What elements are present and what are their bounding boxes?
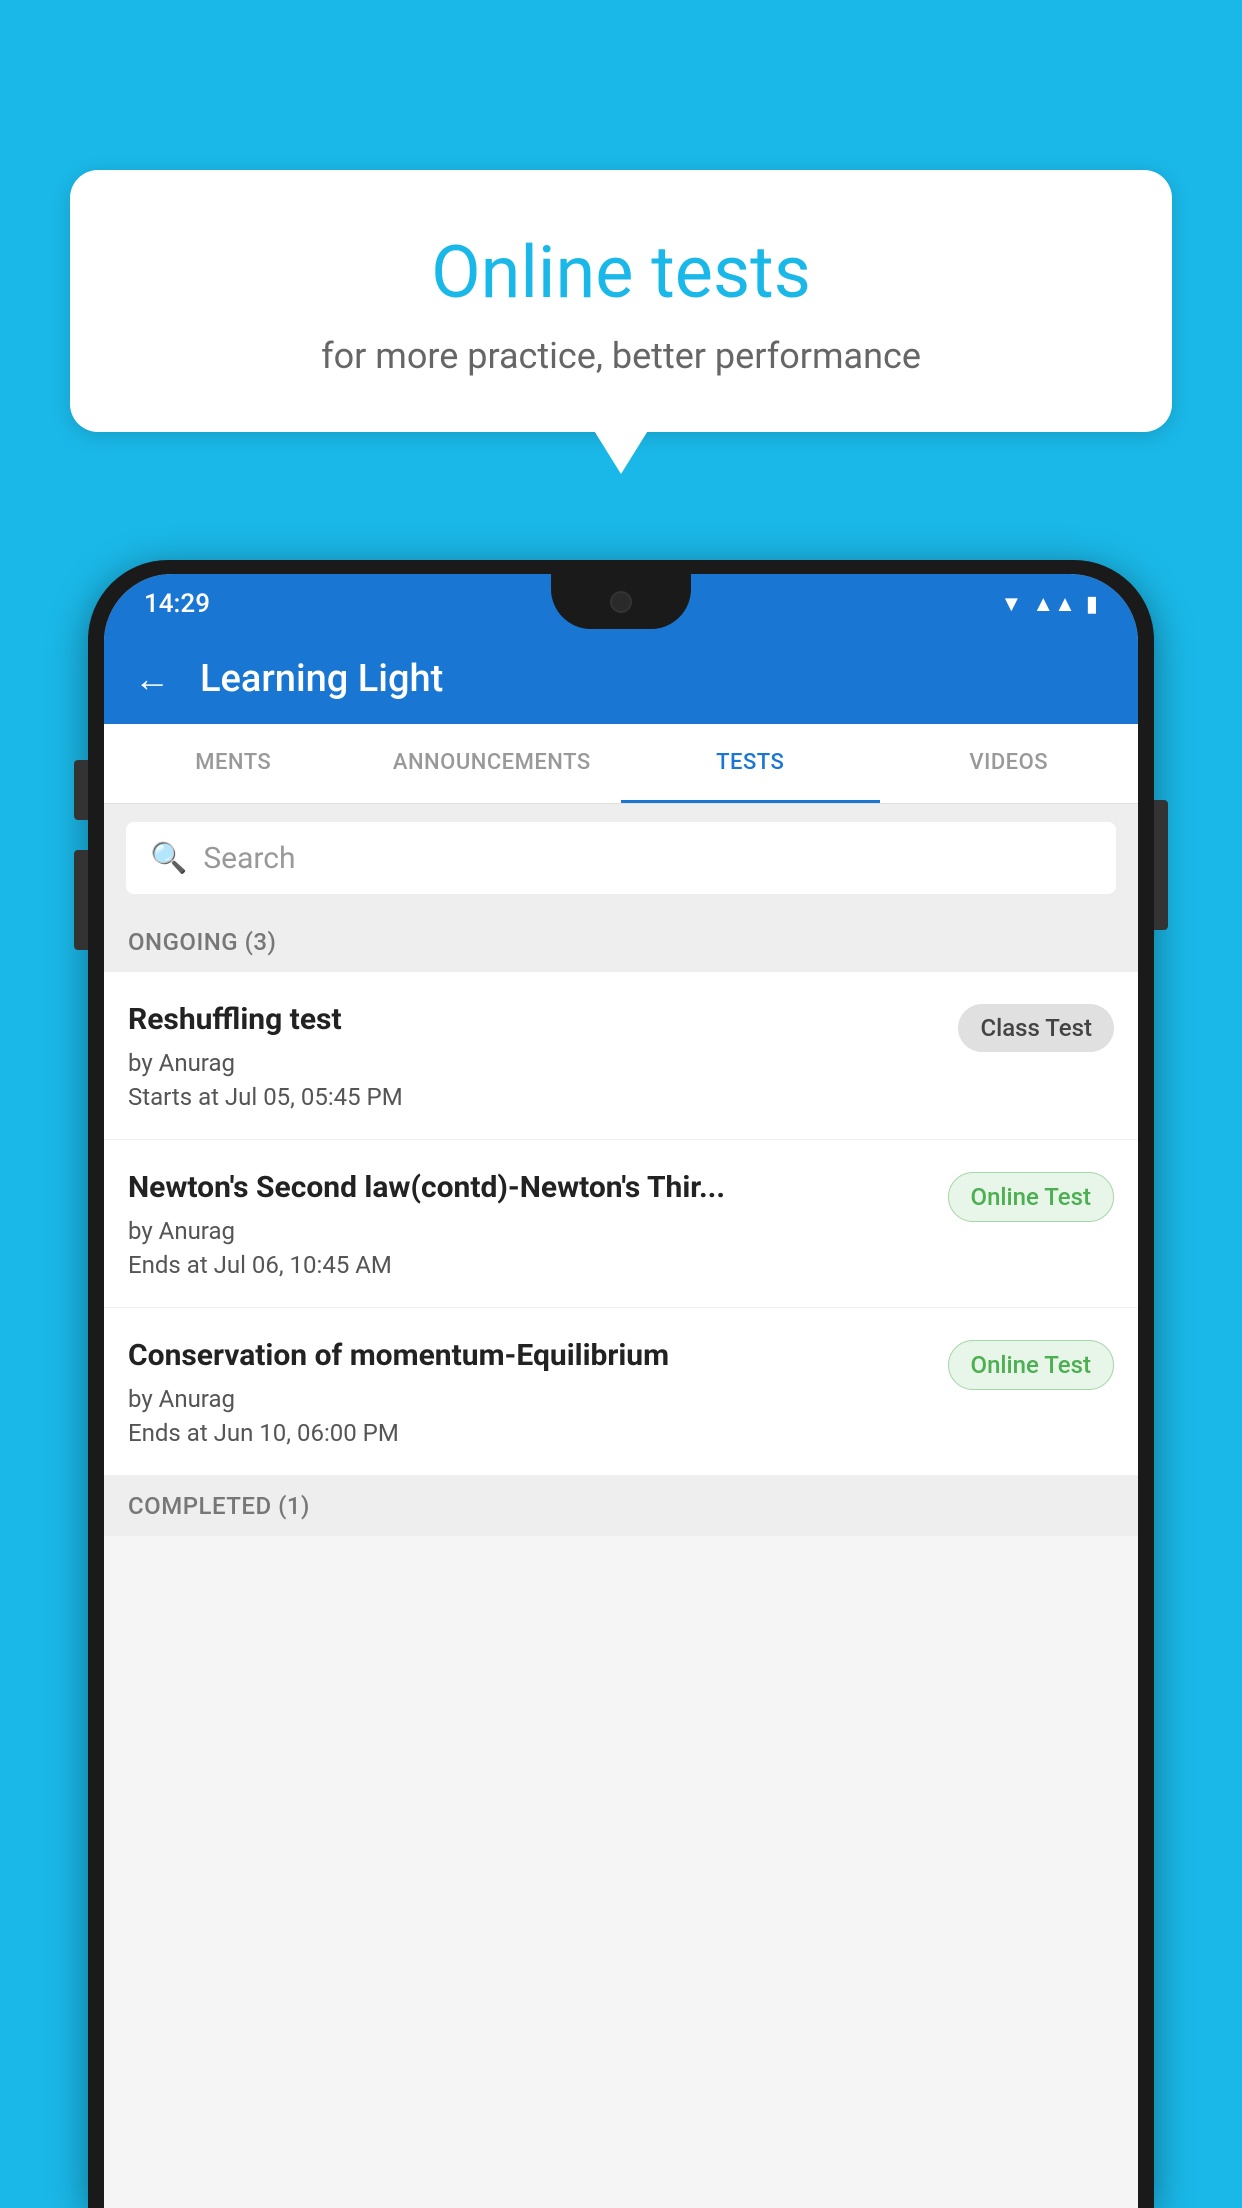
signal-icon: ▲▲ [1032,591,1076,617]
tab-assignments[interactable]: MENTS [104,724,363,803]
test-date-2: Ends at Jul 06, 10:45 AM [128,1251,932,1279]
app-bar-title: Learning Light [200,657,443,701]
test-date-1: Starts at Jul 05, 05:45 PM [128,1083,942,1111]
notch [551,574,691,629]
tab-bar: MENTS ANNOUNCEMENTS TESTS VIDEOS [104,724,1138,804]
test-item-3[interactable]: Conservation of momentum-Equilibrium by … [104,1308,1138,1476]
bubble-subtitle: for more practice, better performance [120,335,1122,377]
search-container: 🔍 Search [104,804,1138,912]
test-author-3: by Anurag [128,1385,932,1413]
front-camera [610,591,632,613]
test-info-2: Newton's Second law(contd)-Newton's Thir… [128,1168,932,1279]
test-name-3: Conservation of momentum-Equilibrium [128,1336,932,1375]
battery-icon: ▮ [1086,592,1098,617]
wifi-icon: ▼ [1001,591,1023,617]
ongoing-section-header: ONGOING (3) [104,912,1138,972]
test-item-1[interactable]: Reshuffling test by Anurag Starts at Jul… [104,972,1138,1140]
search-input[interactable]: Search [203,841,295,876]
search-icon: 🔍 [150,841,187,876]
phone-frame: 14:29 ▼ ▲▲ ▮ ← Learning Light MENTS ANNO… [88,560,1154,2208]
tab-announcements[interactable]: ANNOUNCEMENTS [363,724,622,803]
status-icons: ▼ ▲▲ ▮ [1001,591,1098,617]
phone-screen: 14:29 ▼ ▲▲ ▮ ← Learning Light MENTS ANNO… [104,574,1138,2208]
test-date-3: Ends at Jun 10, 06:00 PM [128,1419,932,1447]
test-author-1: by Anurag [128,1049,942,1077]
bubble-title: Online tests [120,230,1122,315]
tab-videos[interactable]: VIDEOS [880,724,1139,803]
test-badge-3: Online Test [948,1340,1114,1390]
test-name-1: Reshuffling test [128,1000,942,1039]
test-item-2[interactable]: Newton's Second law(contd)-Newton's Thir… [104,1140,1138,1308]
status-time: 14:29 [144,589,210,619]
volume-up-button[interactable] [74,760,88,820]
test-author-2: by Anurag [128,1217,932,1245]
test-name-2: Newton's Second law(contd)-Newton's Thir… [128,1168,932,1207]
power-button[interactable] [1154,800,1168,930]
test-list: Reshuffling test by Anurag Starts at Jul… [104,972,1138,1476]
volume-down-button[interactable] [74,850,88,950]
promo-bubble: Online tests for more practice, better p… [70,170,1172,432]
test-info-1: Reshuffling test by Anurag Starts at Jul… [128,1000,942,1111]
app-bar: ← Learning Light [104,634,1138,724]
tab-tests[interactable]: TESTS [621,724,880,803]
search-box[interactable]: 🔍 Search [126,822,1116,894]
back-button[interactable]: ← [134,658,170,700]
test-info-3: Conservation of momentum-Equilibrium by … [128,1336,932,1447]
status-bar: 14:29 ▼ ▲▲ ▮ [104,574,1138,634]
test-badge-2: Online Test [948,1172,1114,1222]
test-badge-1: Class Test [958,1004,1114,1052]
completed-section-header: COMPLETED (1) [104,1476,1138,1536]
